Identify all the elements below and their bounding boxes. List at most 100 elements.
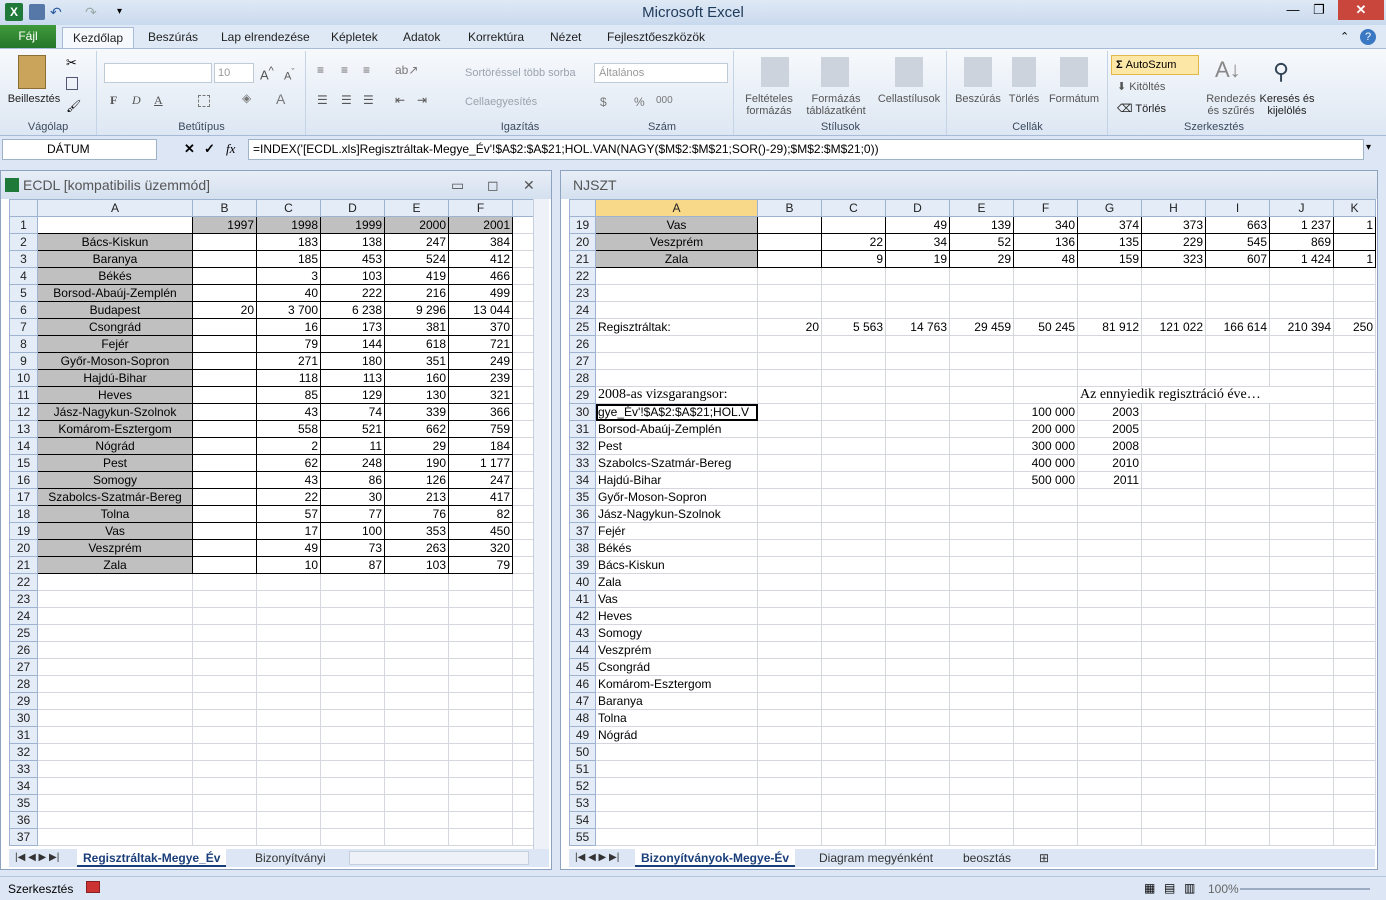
value-cell[interactable]: 43: [256, 403, 321, 421]
value-cell[interactable]: [192, 505, 257, 523]
cell[interactable]: [757, 556, 822, 574]
cell[interactable]: [256, 573, 321, 591]
cell[interactable]: [512, 403, 534, 421]
value-cell[interactable]: 216: [384, 284, 449, 302]
cell[interactable]: [1269, 420, 1334, 438]
cell[interactable]: [1333, 828, 1376, 846]
value-cell[interactable]: [192, 386, 257, 404]
cell[interactable]: [949, 386, 1014, 404]
row-header[interactable]: 12: [9, 403, 38, 421]
bold-icon[interactable]: F: [110, 93, 117, 108]
value-cell[interactable]: 263: [384, 539, 449, 557]
row-header[interactable]: 45: [569, 658, 596, 676]
cell[interactable]: [595, 777, 758, 795]
cell[interactable]: [1205, 607, 1270, 625]
font-size-dropdown[interactable]: 10: [214, 63, 254, 83]
cell[interactable]: [37, 794, 193, 812]
county-cell[interactable]: Veszprém: [37, 539, 193, 557]
milestone-count-cell[interactable]: 400 000: [1013, 454, 1078, 472]
value-cell[interactable]: 74: [320, 403, 385, 421]
cell[interactable]: [37, 675, 193, 693]
cell[interactable]: [512, 233, 534, 251]
rank-county-cell[interactable]: Szabolcs-Szatmár-Bereg: [595, 454, 758, 472]
cell[interactable]: [1077, 488, 1142, 506]
increase-indent-icon[interactable]: ⇥: [417, 93, 427, 107]
county-cell[interactable]: Hajdú-Bihar: [37, 369, 193, 387]
cell[interactable]: [949, 403, 1014, 421]
sheet-nav-icon-right[interactable]: |◀ ◀ ▶ ▶|: [569, 849, 625, 867]
cell[interactable]: [1333, 471, 1376, 489]
cell[interactable]: [757, 539, 822, 557]
cell[interactable]: [1013, 828, 1078, 846]
cell[interactable]: [1269, 794, 1334, 812]
cell[interactable]: [1269, 352, 1334, 370]
registered-total-cell[interactable]: 250: [1333, 318, 1376, 336]
cell[interactable]: [320, 794, 385, 812]
cell[interactable]: [1077, 692, 1142, 710]
value-cell[interactable]: 118: [256, 369, 321, 387]
value-cell[interactable]: 43: [256, 471, 321, 489]
cell[interactable]: [384, 726, 449, 744]
registered-total-cell[interactable]: 14 763: [885, 318, 950, 336]
expand-formula-icon[interactable]: ▾: [1366, 142, 1371, 153]
format-as-table-line1[interactable]: Formázás: [801, 93, 871, 105]
cell[interactable]: [885, 335, 950, 353]
cell[interactable]: [1205, 624, 1270, 642]
milestone-count-cell[interactable]: 100 000: [1013, 403, 1078, 421]
cell[interactable]: [1013, 267, 1078, 285]
cell[interactable]: [1333, 777, 1376, 795]
rank-county-cell[interactable]: Hajdú-Bihar: [595, 471, 758, 489]
sort-filter-line1[interactable]: Rendezés: [1203, 93, 1259, 105]
cell[interactable]: [1013, 590, 1078, 608]
cell[interactable]: [1269, 556, 1334, 574]
cell[interactable]: [1013, 777, 1078, 795]
cell[interactable]: [256, 658, 321, 676]
autosum-button[interactable]: Σ AutoSzum: [1111, 55, 1199, 75]
cell[interactable]: [1205, 828, 1270, 846]
county-cell[interactable]: Győr-Moson-Sopron: [37, 352, 193, 370]
cell[interactable]: [949, 573, 1014, 591]
value-cell[interactable]: 17: [256, 522, 321, 540]
cell[interactable]: [1269, 811, 1334, 829]
cell[interactable]: [949, 335, 1014, 353]
value-cell[interactable]: 20: [192, 301, 257, 319]
value-cell[interactable]: 85: [256, 386, 321, 404]
value-cell[interactable]: 1 237: [1269, 216, 1334, 234]
milestone-count-cell[interactable]: 200 000: [1013, 420, 1078, 438]
merge-center-button[interactable]: Cellaegyesítés: [465, 96, 537, 108]
cell[interactable]: [1205, 352, 1270, 370]
macro-record-icon[interactable]: [86, 881, 100, 893]
cell[interactable]: [1141, 607, 1206, 625]
value-cell[interactable]: [192, 318, 257, 336]
row-header[interactable]: 22: [569, 267, 596, 285]
cell[interactable]: [256, 641, 321, 659]
cell[interactable]: [1269, 437, 1334, 455]
cell[interactable]: [512, 437, 534, 455]
value-cell[interactable]: [192, 335, 257, 353]
cell[interactable]: [1205, 794, 1270, 812]
cell[interactable]: [1333, 369, 1376, 387]
cell[interactable]: [512, 250, 534, 268]
cell[interactable]: [757, 335, 822, 353]
value-cell[interactable]: 29: [949, 250, 1014, 268]
cell[interactable]: [192, 675, 257, 693]
value-cell[interactable]: [821, 216, 886, 234]
row-header[interactable]: 48: [569, 709, 596, 727]
name-box[interactable]: DÁTUM: [2, 139, 157, 160]
cell[interactable]: [512, 488, 534, 506]
cell[interactable]: [1077, 267, 1142, 285]
cell[interactable]: [192, 794, 257, 812]
column-header[interactable]: C: [256, 199, 321, 217]
cell[interactable]: [885, 556, 950, 574]
row-header[interactable]: 13: [9, 420, 38, 438]
row-header[interactable]: 54: [569, 811, 596, 829]
cell[interactable]: [1333, 658, 1376, 676]
registered-total-cell[interactable]: 29 459: [949, 318, 1014, 336]
delete-cells-button[interactable]: Törlés: [1004, 93, 1044, 105]
registered-total-cell[interactable]: 20: [757, 318, 822, 336]
tab-formulas[interactable]: Képletek: [331, 27, 378, 48]
cell[interactable]: [192, 811, 257, 829]
sheet-nav-icon[interactable]: |◀ ◀ ▶ ▶|: [9, 849, 65, 867]
value-cell[interactable]: 247: [448, 471, 513, 489]
cell[interactable]: [885, 454, 950, 472]
